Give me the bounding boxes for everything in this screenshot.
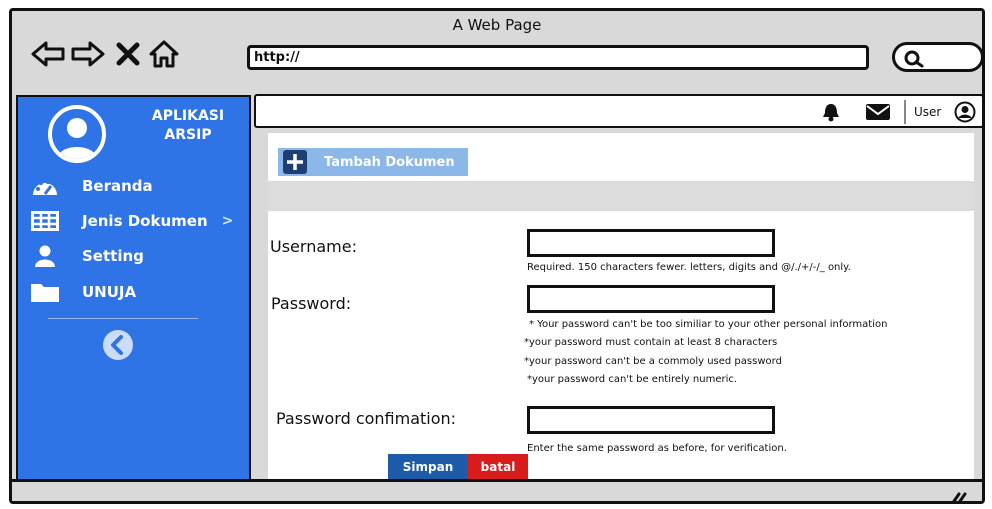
password-hint: *your password must contain at least 8 c… [524, 337, 778, 348]
password-label: Password: [271, 294, 352, 313]
url-bar[interactable]: http:// [247, 45, 869, 70]
password-confirm-hint: Enter the same password as before, for v… [527, 443, 787, 454]
password-confirm-label: Password confimation: [276, 409, 457, 428]
sidebar-item-beranda[interactable]: Beranda [30, 173, 153, 199]
sidebar: APLIKASI ARSIP Beranda Jenis Dokumen > S… [16, 95, 251, 483]
password-hint: *your password can't be entirely numeric… [527, 374, 738, 385]
user-icon [30, 244, 60, 268]
forward-arrow-icon[interactable] [70, 37, 106, 71]
form-header-band [268, 181, 974, 211]
avatar[interactable] [48, 105, 106, 163]
chevron-left-icon[interactable] [102, 329, 134, 361]
top-bar-separator [904, 100, 906, 124]
status-bar [12, 479, 982, 504]
folder-icon [30, 280, 60, 304]
back-arrow-icon[interactable] [30, 37, 66, 71]
home-icon[interactable] [146, 37, 182, 71]
browser-window: A Web Page http:// APLIKASI ARSIP Berand… [9, 8, 985, 504]
sidebar-item-unuja[interactable]: UNUJA [30, 279, 136, 305]
top-bar: User [254, 94, 982, 128]
username-field[interactable] [527, 229, 775, 257]
chevron-right-icon: > [221, 213, 234, 229]
username-label: Username: [270, 237, 357, 256]
cancel-button[interactable]: batal [468, 454, 528, 480]
app-name: APLIKASI ARSIP [151, 108, 225, 143]
password-field[interactable] [527, 285, 775, 313]
sidebar-item-label: Jenis Dokumen [82, 212, 208, 230]
sidebar-item-jenis-dokumen[interactable]: Jenis Dokumen > [30, 208, 233, 234]
window-title: A Web Page [452, 16, 542, 34]
bell-icon[interactable] [820, 101, 842, 123]
password-hint: *your password can't be a commoly used p… [524, 356, 782, 367]
user-label[interactable]: User [914, 102, 941, 122]
password-hint: * Your password can't be too similiar to… [529, 319, 888, 330]
sidebar-item-label: Setting [82, 247, 144, 265]
main-content: Tambah Dokumen Username: Required. 150 c… [268, 133, 974, 481]
dashboard-icon [30, 174, 60, 198]
search-icon [904, 50, 924, 68]
sidebar-item-setting[interactable]: Setting [30, 243, 144, 269]
sidebar-divider [48, 318, 198, 319]
resize-grip-icon[interactable] [948, 488, 968, 504]
save-button[interactable]: Simpan [388, 454, 468, 480]
username-hint: Required. 150 characters fewer. letters,… [527, 262, 851, 273]
search-bar[interactable] [892, 42, 982, 72]
table-icon [30, 209, 60, 233]
sidebar-item-label: Beranda [82, 177, 153, 195]
add-document-button[interactable]: Tambah Dokumen [278, 148, 468, 176]
close-icon[interactable] [110, 37, 146, 71]
mail-icon[interactable] [864, 101, 892, 123]
sidebar-item-label: UNUJA [82, 283, 137, 301]
user-avatar-icon[interactable] [954, 101, 976, 123]
plus-icon [283, 150, 307, 174]
add-document-label: Tambah Dokumen [324, 154, 455, 170]
password-confirm-field[interactable] [527, 406, 775, 434]
